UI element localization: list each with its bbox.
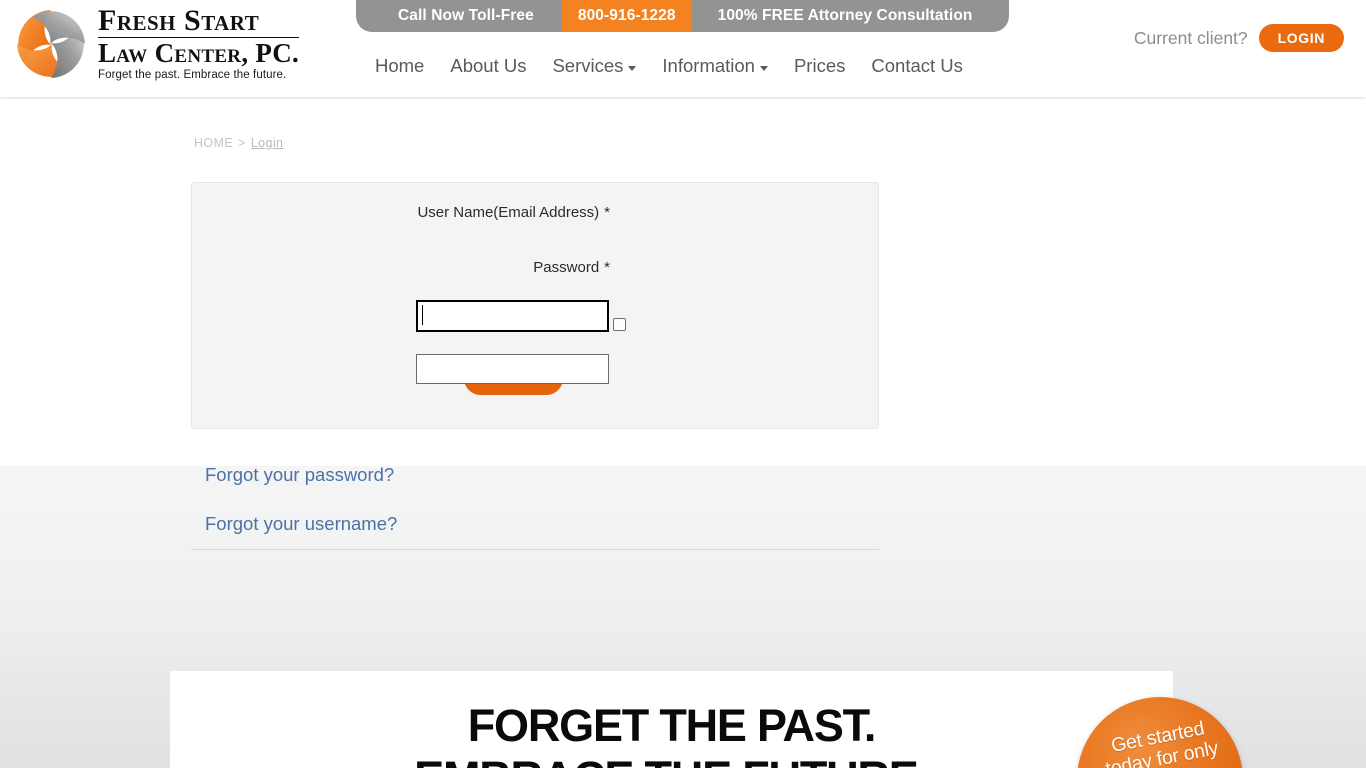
page-content: HOME > Login User Name(Email Address) * … — [0, 97, 1366, 768]
hero-panel: FORGET THE PAST. EMBRACE THE FUTURE. — [170, 671, 1173, 768]
nav-label-contact-us: Contact Us — [871, 55, 963, 76]
username-required-mark: * — [604, 204, 610, 221]
chevron-down-icon — [628, 65, 637, 71]
username-input[interactable] — [416, 300, 609, 332]
promo-call-label: Call Now Toll-Free — [398, 7, 534, 24]
nav-item-about-us[interactable]: About Us — [437, 55, 539, 77]
chevron-down-icon — [759, 65, 768, 71]
nav-label-services: Services — [552, 55, 624, 76]
nav-item-home[interactable]: Home — [364, 55, 437, 77]
forgot-username-link[interactable]: Forgot your username? — [205, 513, 397, 535]
password-input[interactable] — [416, 354, 609, 384]
badge-text: Get started today for only — [1077, 712, 1243, 768]
nav-item-information[interactable]: Information — [649, 55, 781, 77]
nav-label-home: Home — [375, 55, 425, 76]
username-label: User Name(Email Address) — [417, 204, 600, 221]
nav-item-prices[interactable]: Prices — [781, 55, 858, 77]
remember-me-checkbox[interactable] — [613, 318, 626, 331]
nav-item-services[interactable]: Services — [539, 55, 649, 77]
password-label: Password — [533, 259, 600, 276]
breadcrumb-home[interactable]: HOME — [194, 136, 233, 150]
password-row: Password * — [192, 259, 610, 276]
toll-free-promo-bar: Call Now Toll-Free 800-916-1228 100% FRE… — [356, 0, 1009, 32]
logo-line-2: Law Center, PC. — [98, 38, 300, 69]
main-navigation: Home About Us Services Information Price… — [364, 55, 976, 77]
header-login-button[interactable]: LOGIN — [1258, 24, 1344, 52]
hero-headline-line-1: FORGET THE PAST. — [467, 700, 877, 751]
logo-tagline: Forget the past. Embrace the future. — [98, 69, 287, 82]
section-divider — [191, 549, 879, 550]
promo-consultation-label: 100% FREE Attorney Consultation — [717, 7, 973, 24]
nav-item-contact-us[interactable]: Contact Us — [858, 55, 976, 77]
promo-phone-number[interactable]: 800-916-1228 — [561, 0, 692, 32]
breadcrumb-current[interactable]: Login — [251, 136, 284, 150]
password-required-mark: * — [604, 259, 610, 276]
logo-line-1: Fresh Start — [98, 4, 260, 38]
breadcrumb-separator: > — [238, 136, 246, 150]
site-header: Fresh Start Law Center, PC. Forget the p… — [0, 0, 1366, 97]
nav-label-about-us: About Us — [450, 55, 527, 76]
breadcrumb: HOME > Login — [194, 136, 283, 150]
hero-headline-line-2: EMBRACE THE FUTURE. — [170, 755, 1173, 768]
current-client-label: Current client? — [1133, 27, 1248, 48]
username-row: User Name(Email Address) * — [192, 204, 610, 221]
swirl-logo-icon — [12, 5, 90, 83]
nav-label-information: Information — [662, 55, 755, 76]
text-cursor — [422, 305, 423, 325]
client-login-area: Current client? LOGIN — [1134, 24, 1344, 52]
nav-label-prices: Prices — [793, 55, 846, 76]
site-logo[interactable]: Fresh Start Law Center, PC. Forget the p… — [12, 4, 302, 84]
forgot-password-link[interactable]: Forgot your password? — [205, 464, 394, 486]
